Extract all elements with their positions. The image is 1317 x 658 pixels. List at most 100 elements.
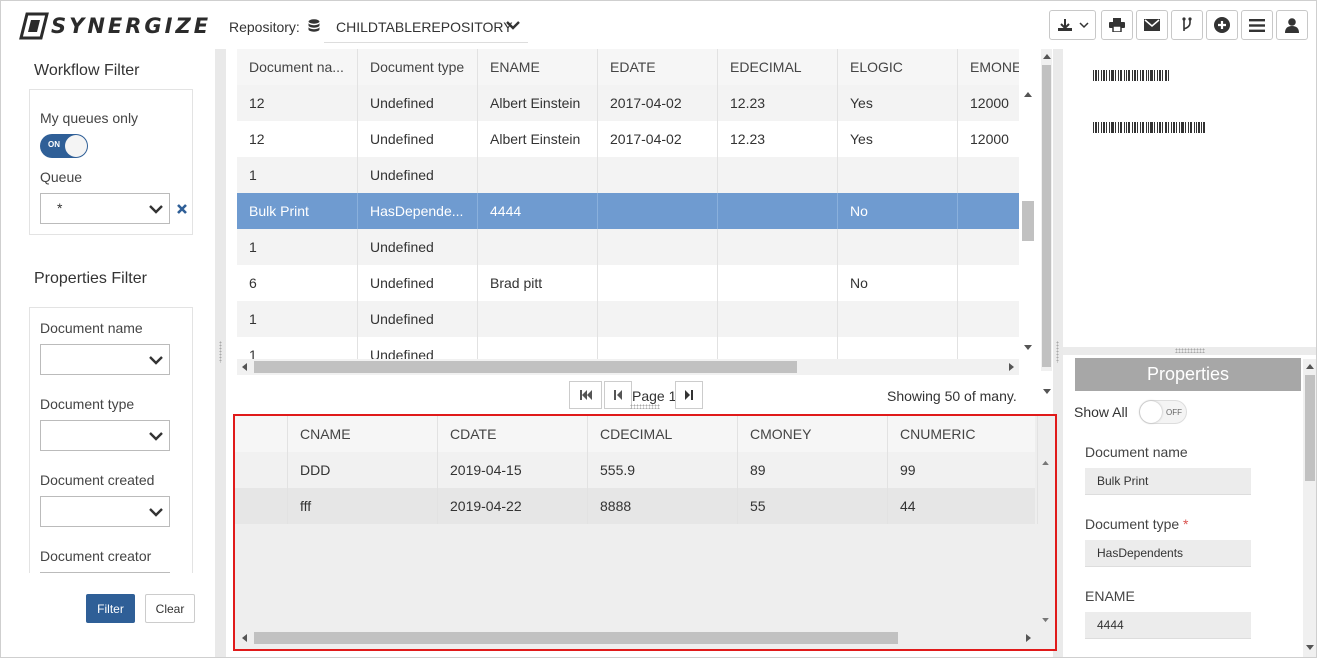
workflow-button[interactable] <box>1171 10 1203 40</box>
table-cell <box>958 157 1019 193</box>
left-splitter[interactable] <box>215 49 226 657</box>
table-cell <box>598 301 718 337</box>
prop-document-type-field[interactable]: HasDependents <box>1085 540 1251 567</box>
logo-text: SYNERGIZE <box>51 14 212 38</box>
show-all-toggle[interactable]: OFF <box>1139 400 1187 424</box>
table-row[interactable]: 1 Undefined <box>237 301 1019 337</box>
table-row[interactable]: 1 Undefined <box>237 229 1019 265</box>
child-vertical-scrollbar[interactable] <box>1037 456 1055 628</box>
column-header[interactable]: CDECIMAL <box>588 416 738 452</box>
properties-splitter[interactable] <box>1063 347 1316 355</box>
child-table-row[interactable]: DDD 2019-04-15 555.9 89 99 <box>235 452 1038 488</box>
document-creator-select[interactable] <box>40 572 170 573</box>
queue-select[interactable]: * <box>40 193 170 224</box>
column-header[interactable]: CNAME <box>288 416 438 452</box>
download-button[interactable] <box>1049 10 1096 40</box>
scroll-down-icon[interactable] <box>1306 645 1314 651</box>
chevron-down-icon <box>149 508 163 517</box>
properties-vertical-scrollbar[interactable] <box>1303 359 1316 657</box>
scroll-thumb[interactable] <box>1022 201 1034 241</box>
table-cell <box>958 229 1019 265</box>
prop-document-name-field[interactable]: Bulk Print <box>1085 468 1251 495</box>
prop-ename-field[interactable]: 4444 <box>1085 612 1251 639</box>
scroll-up-icon[interactable] <box>1043 53 1051 59</box>
column-header[interactable]: CMONEY <box>738 416 888 452</box>
email-icon <box>1144 19 1160 31</box>
document-type-select[interactable] <box>40 420 170 451</box>
filter-button[interactable]: Filter <box>86 594 135 623</box>
prop-document-type-label: Document type * <box>1085 516 1189 532</box>
table-row[interactable]: 6 Undefined Brad pitt No <box>237 265 1019 301</box>
clear-queue-icon[interactable] <box>176 203 188 215</box>
next-page-button[interactable] <box>675 381 703 409</box>
panel-vertical-scrollbar[interactable] <box>1041 49 1052 371</box>
menu-button[interactable] <box>1241 10 1273 40</box>
child-table-row[interactable]: fff 2019-04-22 8888 55 44 <box>235 488 1038 524</box>
scroll-down-icon[interactable] <box>1024 345 1032 351</box>
column-header[interactable]: CNUMERIC <box>888 416 1038 452</box>
first-page-button[interactable] <box>569 381 602 409</box>
table-cell: Undefined <box>358 85 478 121</box>
scroll-right-icon[interactable] <box>1026 634 1032 642</box>
table-cell <box>598 193 718 229</box>
column-header[interactable]: CDATE <box>438 416 588 452</box>
table-cell: HasDepende... <box>358 193 478 229</box>
add-button[interactable] <box>1206 10 1238 40</box>
table-row[interactable]: 1 Undefined <box>237 157 1019 193</box>
table-cell: 12000 <box>970 131 1009 147</box>
print-button[interactable] <box>1101 10 1133 40</box>
table-row[interactable]: 12 Undefined Albert Einstein 2017-04-02 12.2… <box>237 85 1019 121</box>
scroll-right-icon[interactable] <box>1009 363 1015 371</box>
repository-select[interactable]: CHILDTABLEREPOSITORY <box>324 9 528 43</box>
chevron-down-icon <box>149 432 163 441</box>
scroll-up-icon[interactable] <box>1306 363 1314 369</box>
column-header[interactable]: ELOGIC <box>838 49 958 85</box>
column-header[interactable]: Document type <box>358 49 478 85</box>
column-header[interactable]: EMONE <box>958 49 1019 85</box>
clear-button[interactable]: Clear <box>145 594 195 623</box>
table-cell <box>478 301 598 337</box>
table-cell <box>718 157 838 193</box>
table-row[interactable]: 1 Undefined <box>237 337 1019 359</box>
scroll-down-icon[interactable] <box>1043 389 1051 395</box>
user-button[interactable] <box>1276 10 1308 40</box>
previous-page-icon <box>614 390 622 400</box>
horizontal-splitter-grip-icon[interactable] <box>630 404 660 409</box>
previous-page-button[interactable] <box>604 381 632 409</box>
scroll-left-icon[interactable] <box>241 363 247 371</box>
scroll-thumb[interactable] <box>1305 375 1315 481</box>
scroll-thumb[interactable] <box>1042 65 1051 367</box>
my-queues-toggle[interactable]: ON <box>40 134 88 158</box>
document-created-select[interactable] <box>40 496 170 527</box>
table-cell <box>718 265 838 301</box>
column-header[interactable]: EDECIMAL <box>718 49 838 85</box>
column-header[interactable]: ENAME <box>478 49 598 85</box>
grid-vertical-scrollbar[interactable] <box>1019 49 1037 359</box>
barcode-icon <box>1093 70 1169 81</box>
table-cell <box>958 265 1019 301</box>
scroll-thumb[interactable] <box>254 361 797 373</box>
scroll-down-icon[interactable] <box>1042 618 1049 623</box>
table-row[interactable]: 12 Undefined Albert Einstein 2017-04-02 12.2… <box>237 121 1019 157</box>
table-row-selected[interactable]: Bulk Print HasDepende... 4444 No <box>237 193 1019 229</box>
email-button[interactable] <box>1136 10 1168 40</box>
table-cell: Undefined <box>358 121 478 157</box>
column-header[interactable]: Document na... <box>237 49 358 85</box>
column-header[interactable]: EDATE <box>598 49 718 85</box>
scroll-up-icon[interactable] <box>1024 91 1032 97</box>
splitter-grip-icon <box>1056 341 1059 363</box>
scroll-thumb[interactable] <box>254 632 898 644</box>
right-panel: Properties Show All OFF Document name Bu… <box>1063 49 1316 657</box>
prop-ename-label: ENAME <box>1085 588 1135 604</box>
properties-title: Properties <box>1075 358 1301 391</box>
table-cell: Undefined <box>358 301 478 337</box>
grid-horizontal-scrollbar[interactable] <box>237 359 1019 375</box>
document-name-select[interactable] <box>40 344 170 375</box>
logo-mark-icon <box>19 12 49 40</box>
table-cell: DDD <box>288 452 438 488</box>
child-horizontal-scrollbar[interactable] <box>235 630 1039 646</box>
table-cell <box>718 193 838 229</box>
scroll-up-icon[interactable] <box>1042 460 1049 465</box>
my-queues-label: My queues only <box>40 110 139 126</box>
scroll-left-icon[interactable] <box>241 634 247 642</box>
